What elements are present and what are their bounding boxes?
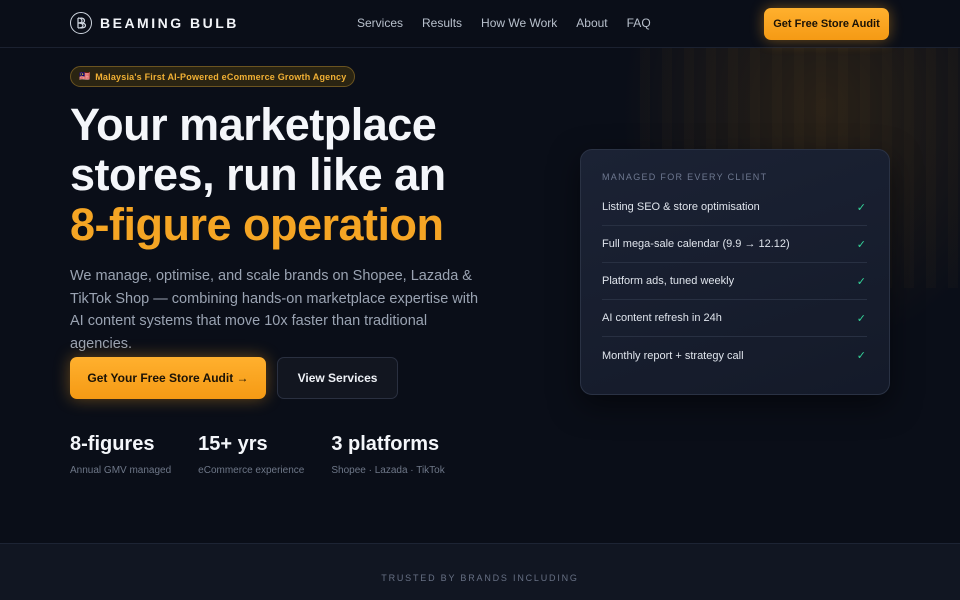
hero-badge: 🇲🇾 Malaysia's First AI-Powered eCommerce… xyxy=(70,66,356,87)
card-row-label: Monthly report + strategy call xyxy=(602,349,744,362)
check-icon: ✓ xyxy=(856,350,866,362)
stat-label: Annual GMV managed xyxy=(70,465,172,476)
stat-value: 8-figures xyxy=(70,433,155,455)
nav-audit-button[interactable]: Get Free Store Audit xyxy=(764,8,889,40)
nav-link-services[interactable]: Services xyxy=(357,16,403,30)
card-row-label: Full mega-sale calendar (9.9 → 12.12) xyxy=(602,238,790,250)
top-nav: BEAMING BULB Services Results How We Wor… xyxy=(0,0,960,48)
card-row: Platform ads, tuned weekly ✓ xyxy=(602,263,867,300)
stat-label: Shopee · Lazada · TikTok xyxy=(331,465,445,476)
card-row: AI content refresh in 24h ✓ xyxy=(602,300,867,337)
nav-link-about[interactable]: About xyxy=(576,16,607,30)
trusted-label: TRUSTED BY BRANDS INCLUDING xyxy=(381,573,579,583)
card-title: MANAGED FOR EVERY CLIENT xyxy=(602,172,768,182)
hero-subtext: We manage, optimise, and scale brands on… xyxy=(70,268,479,352)
nav-link-results[interactable]: Results xyxy=(422,16,462,30)
card-row-label: Platform ads, tuned weekly xyxy=(602,275,735,287)
headline-accent: 8-figure operation xyxy=(70,199,444,250)
nav-link-faq[interactable]: FAQ xyxy=(627,16,651,30)
check-icon: ✓ xyxy=(856,201,866,214)
stat-experience: 15+ yrs eCommerce experience xyxy=(198,432,304,476)
card-row-label: Listing SEO & store optimisation xyxy=(602,201,760,213)
stat-platforms: 3 platforms Shopee · Lazada · TikTok xyxy=(331,432,444,476)
check-icon: ✓ xyxy=(856,275,866,288)
check-icon: ✓ xyxy=(856,238,866,251)
stat-gmv: 8-figures Annual GMV managed xyxy=(70,432,171,476)
free-store-audit-button[interactable]: Get Your Free Store Audit → xyxy=(70,357,266,399)
stat-label: eCommerce experience xyxy=(198,465,305,476)
managed-services-card: MANAGED FOR EVERY CLIENT Listing SEO & s… xyxy=(580,149,890,395)
badge-text: Malaysia's First AI-Powered eCommerce Gr… xyxy=(95,71,347,82)
check-icon: ✓ xyxy=(856,312,866,325)
stats-row: 8-figures Annual GMV managed 15+ yrs eCo… xyxy=(70,432,472,476)
card-row-label: AI content refresh in 24h xyxy=(602,312,722,324)
card-row: Full mega-sale calendar (9.9 → 12.12) ✓ xyxy=(602,226,867,263)
hero-headline: Your marketplace stores, run like an 8-f… xyxy=(70,100,490,250)
view-services-button[interactable]: View Services xyxy=(277,357,398,399)
nav-links: Services Results How We Work About FAQ xyxy=(357,16,651,30)
malaysia-flag-icon: 🇲🇾 xyxy=(79,71,91,81)
brand-name: BEAMING BULB xyxy=(100,15,239,31)
card-row: Monthly report + strategy call ✓ xyxy=(602,337,867,374)
headline-text: Your marketplace stores, run like an xyxy=(70,99,446,200)
card-row: Listing SEO & store optimisation ✓ xyxy=(602,189,867,226)
stat-value: 15+ yrs xyxy=(198,433,268,455)
bulb-logo-icon xyxy=(70,12,92,34)
trusted-by-section: TRUSTED BY BRANDS INCLUDING xyxy=(0,543,960,600)
brand-logo[interactable]: BEAMING BULB xyxy=(70,12,239,34)
nav-link-how-we-work[interactable]: How We Work xyxy=(481,16,557,30)
stat-value: 3 platforms xyxy=(331,433,440,455)
